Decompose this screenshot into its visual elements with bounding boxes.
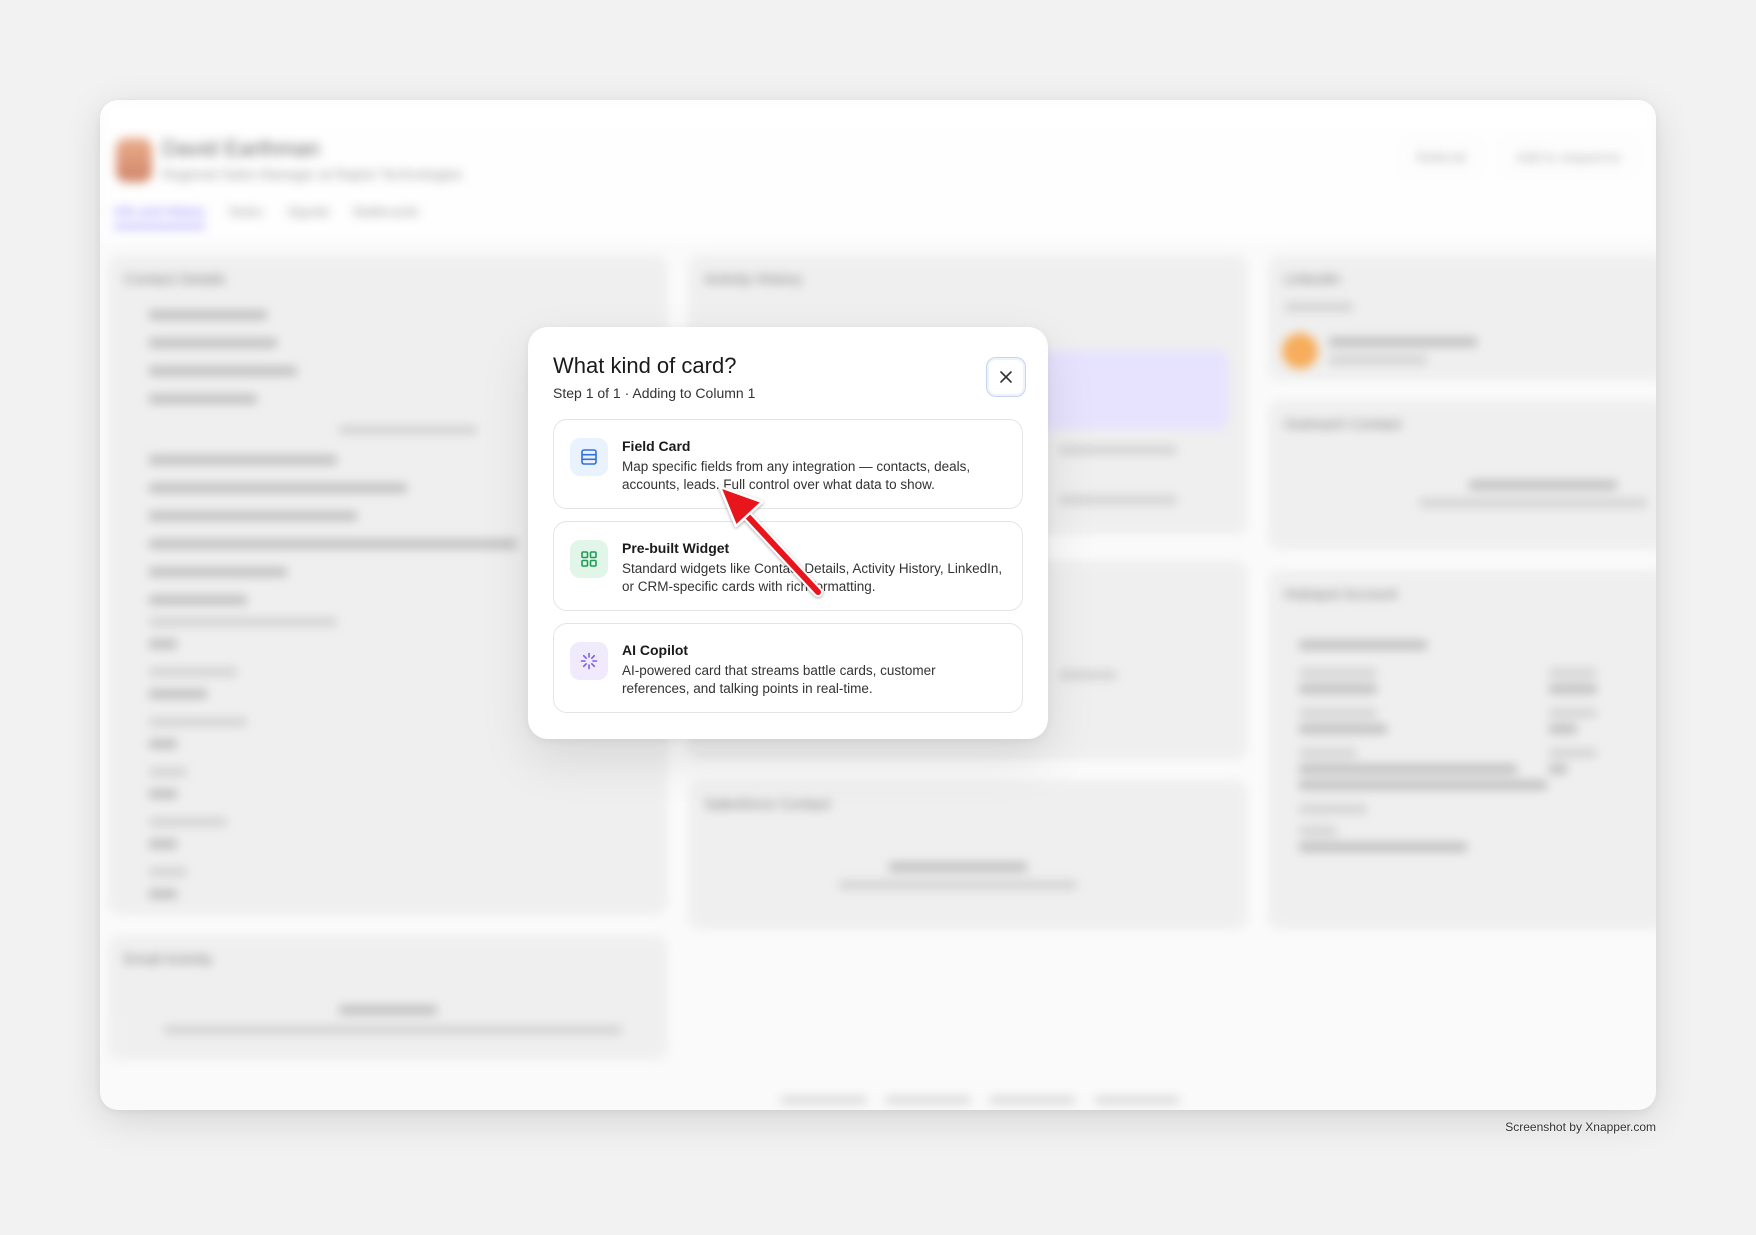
contact-name: David Earthman <box>162 136 320 161</box>
card-title: LinkedIn <box>1284 271 1341 288</box>
card-title: Outreach Contact <box>1284 416 1402 433</box>
option-title: Field Card <box>622 438 691 454</box>
contact-subtitle: Regional Sales Manager at Raptor Technol… <box>162 166 463 182</box>
watermark: Screenshot by Xnapper.com <box>1505 1120 1656 1134</box>
bottom-toolbar <box>780 1092 1180 1108</box>
profile-tabs: Info and History Notes Signals Battlecar… <box>114 204 419 228</box>
card-title: Salesforce Contact <box>704 796 831 813</box>
linkedin-card: LinkedIn <box>1268 255 1656 380</box>
add-card-modal: What kind of card? Step 1 of 1 · Adding … <box>528 327 1048 739</box>
tab-notes[interactable]: Notes <box>229 204 263 228</box>
contact-header: David Earthman Regional Sales Manager at… <box>100 100 1656 240</box>
hubspot-account-card: Hubspot Account <box>1268 570 1656 930</box>
email-activity-card: Email Activity <box>108 935 668 1060</box>
option-description: Map specific fields from any integration… <box>622 459 971 492</box>
card-title: Hubspot Account <box>1284 586 1398 603</box>
close-button[interactable] <box>986 357 1026 397</box>
prebuilt-widget-option[interactable]: Pre-built Widget Standard widgets like C… <box>553 521 1023 611</box>
add-to-sequence-button[interactable]: Add to sequence <box>1500 140 1636 174</box>
card-title: Contact Details <box>124 271 226 288</box>
outreach-contact-card: Outreach Contact <box>1268 400 1656 550</box>
card-title: Email Activity <box>124 951 213 968</box>
header-actions: Referral Add to sequence <box>1401 140 1636 174</box>
list-icon <box>570 438 608 476</box>
card-title: Activity History <box>704 271 803 288</box>
tab-info-and-history[interactable]: Info and History <box>114 204 206 228</box>
close-icon <box>1000 371 1012 383</box>
avatar <box>116 138 152 182</box>
field-card-option[interactable]: Field Card Map specific fields from any … <box>553 419 1023 509</box>
referral-button[interactable]: Referral <box>1401 140 1481 174</box>
salesforce-contact-card: Salesforce Contact <box>688 780 1248 930</box>
tab-signals[interactable]: Signals <box>287 204 330 228</box>
option-description: AI-powered card that streams battle card… <box>622 663 936 696</box>
modal-title: What kind of card? <box>553 353 737 378</box>
option-title: Pre-built Widget <box>622 540 730 556</box>
option-description: Standard widgets like Contact Details, A… <box>622 561 1003 594</box>
ai-copilot-option[interactable]: AI Copilot AI-powered card that streams … <box>553 623 1023 713</box>
spinner-icon <box>570 642 608 680</box>
tab-battlecards[interactable]: Battlecards <box>354 204 419 228</box>
grid-icon <box>570 540 608 578</box>
option-title: AI Copilot <box>622 642 689 658</box>
modal-subtitle: Step 1 of 1 · Adding to Column 1 <box>553 385 756 401</box>
